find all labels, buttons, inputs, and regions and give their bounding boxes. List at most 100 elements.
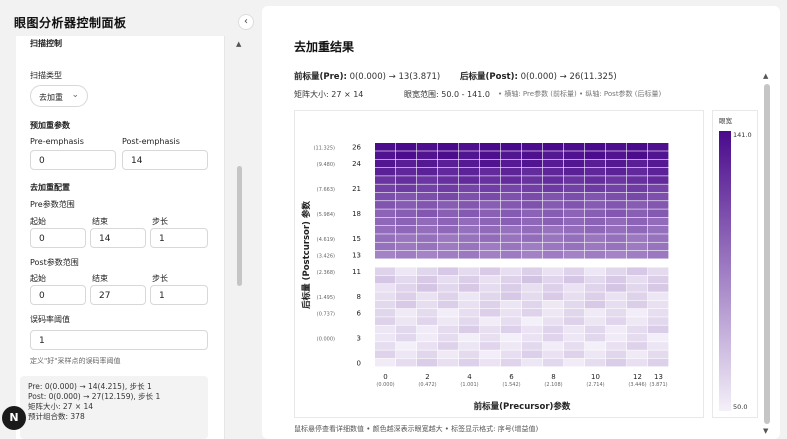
heatmap-cell[interactable] — [543, 209, 564, 218]
heatmap-cell[interactable] — [522, 350, 543, 359]
heatmap-cell[interactable] — [438, 209, 459, 218]
heatmap-cell[interactable] — [543, 159, 564, 168]
heatmap-cell[interactable] — [438, 317, 459, 325]
heatmap-cell[interactable] — [627, 267, 648, 276]
heatmap-cell[interactable] — [648, 192, 669, 201]
heatmap-cell[interactable] — [417, 184, 438, 193]
heatmap-cell[interactable] — [480, 184, 501, 193]
heatmap-cell[interactable] — [543, 350, 564, 359]
heatmap-cell[interactable] — [417, 275, 438, 284]
heatmap-cell[interactable] — [501, 176, 522, 184]
heatmap-cell[interactable] — [543, 325, 564, 334]
heatmap-cell[interactable] — [417, 250, 438, 259]
heatmap-cell[interactable] — [585, 176, 606, 184]
heatmap-cell[interactable] — [543, 284, 564, 292]
heatmap-cell[interactable] — [501, 151, 522, 159]
heatmap-cell[interactable] — [606, 184, 627, 193]
heatmap-cell[interactable] — [606, 275, 627, 284]
heatmap-cell[interactable] — [606, 159, 627, 168]
heatmap-cell[interactable] — [501, 333, 522, 342]
heatmap-cell[interactable] — [417, 217, 438, 226]
heatmap-cell[interactable] — [585, 308, 606, 317]
heatmap-cell[interactable] — [564, 225, 585, 234]
heatmap-cell[interactable] — [480, 284, 501, 292]
heatmap-cell[interactable] — [480, 176, 501, 184]
heatmap-cell[interactable] — [396, 275, 417, 284]
heatmap-cell[interactable] — [375, 284, 396, 292]
heatmap-cell[interactable] — [543, 167, 564, 176]
heatmap-cell[interactable] — [627, 167, 648, 176]
heatmap-cell[interactable] — [417, 342, 438, 350]
heatmap-cell[interactable] — [501, 342, 522, 350]
heatmap-cell[interactable] — [564, 201, 585, 209]
heatmap-cell[interactable] — [564, 308, 585, 317]
heatmap-cell[interactable] — [585, 143, 606, 151]
heatmap-cell[interactable] — [627, 333, 648, 342]
heatmap-cell[interactable] — [480, 292, 501, 301]
heatmap-cell[interactable] — [627, 184, 648, 193]
heatmap-cell[interactable] — [543, 292, 564, 301]
heatmap-cell[interactable] — [522, 151, 543, 159]
heatmap-cell[interactable] — [522, 242, 543, 251]
heatmap-cell[interactable] — [606, 209, 627, 218]
heatmap-cell[interactable] — [396, 151, 417, 159]
heatmap-cell[interactable] — [585, 325, 606, 334]
heatmap-cell[interactable] — [585, 151, 606, 159]
heatmap-cell[interactable] — [543, 217, 564, 226]
heatmap-cell[interactable] — [396, 358, 417, 367]
heatmap-cell[interactable] — [564, 300, 585, 309]
heatmap-cell[interactable] — [522, 325, 543, 334]
heatmap-cell[interactable] — [417, 358, 438, 367]
heatmap-cell[interactable] — [438, 176, 459, 184]
heatmap-cell[interactable] — [417, 333, 438, 342]
heatmap-cell[interactable] — [627, 284, 648, 292]
heatmap-cell[interactable] — [522, 159, 543, 168]
heatmap-cell[interactable] — [501, 159, 522, 168]
heatmap-cell[interactable] — [627, 234, 648, 242]
heatmap-cell[interactable] — [627, 209, 648, 218]
heatmap-cell[interactable] — [564, 284, 585, 292]
heatmap-cell[interactable] — [648, 167, 669, 176]
heatmap-cell[interactable] — [522, 250, 543, 259]
heatmap-cell[interactable] — [585, 275, 606, 284]
pre-start-input[interactable]: 0 — [30, 228, 86, 248]
heatmap-cell[interactable] — [480, 350, 501, 359]
heatmap-cell[interactable] — [522, 358, 543, 367]
heatmap-cell[interactable] — [438, 184, 459, 193]
heatmap-cell[interactable] — [459, 267, 480, 276]
heatmap-cell[interactable] — [438, 333, 459, 342]
heatmap-cell[interactable] — [375, 250, 396, 259]
heatmap-cell[interactable] — [606, 201, 627, 209]
heatmap-cell[interactable] — [522, 192, 543, 201]
heatmap-cell[interactable] — [375, 209, 396, 218]
heatmap-cell[interactable] — [501, 184, 522, 193]
heatmap-cell[interactable] — [438, 242, 459, 251]
heatmap-cell[interactable] — [564, 209, 585, 218]
heatmap-cell[interactable] — [396, 184, 417, 193]
heatmap-cell[interactable] — [564, 342, 585, 350]
heatmap-cell[interactable] — [606, 358, 627, 367]
heatmap-cell[interactable] — [648, 201, 669, 209]
heatmap-cell[interactable] — [585, 300, 606, 309]
heatmap-cell[interactable] — [438, 250, 459, 259]
heatmap-cell[interactable] — [375, 242, 396, 251]
heatmap-cell[interactable] — [543, 242, 564, 251]
heatmap-cell[interactable] — [627, 275, 648, 284]
heatmap-cell[interactable] — [459, 159, 480, 168]
heatmap-cell[interactable] — [480, 209, 501, 218]
heatmap-cell[interactable] — [522, 267, 543, 276]
heatmap-cell[interactable] — [396, 333, 417, 342]
heatmap-cell[interactable] — [543, 225, 564, 234]
heatmap-cell[interactable] — [648, 184, 669, 193]
heatmap-cell[interactable] — [417, 159, 438, 168]
heatmap-cell[interactable] — [648, 159, 669, 168]
heatmap-cell[interactable] — [585, 209, 606, 218]
heatmap-cell[interactable] — [543, 267, 564, 276]
heatmap-cell[interactable] — [480, 325, 501, 334]
heatmap-cell[interactable] — [501, 292, 522, 301]
heatmap-cell[interactable] — [417, 317, 438, 325]
pre-step-input[interactable]: 1 — [150, 228, 208, 248]
heatmap-cell[interactable] — [375, 308, 396, 317]
heatmap-cell[interactable] — [459, 300, 480, 309]
heatmap-cell[interactable] — [459, 358, 480, 367]
